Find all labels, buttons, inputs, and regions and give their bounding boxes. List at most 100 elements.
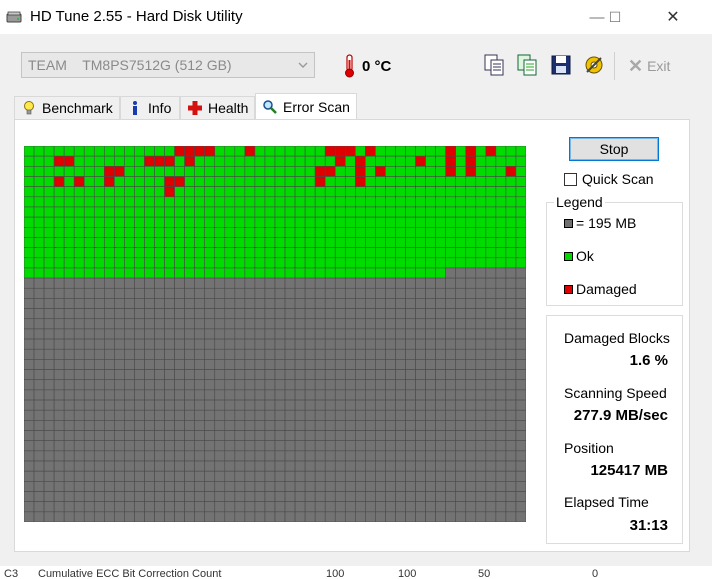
block-pending — [365, 277, 376, 289]
block-pending — [224, 379, 236, 391]
block-ok — [344, 257, 356, 269]
block-pending — [355, 420, 366, 431]
block-ok — [425, 196, 436, 208]
options-icon[interactable] — [581, 52, 607, 78]
block-pending — [284, 389, 296, 401]
block-pending — [435, 298, 446, 309]
block-ok — [375, 247, 386, 259]
block-pending — [264, 277, 276, 289]
block-ok — [355, 196, 366, 208]
block-pending — [264, 298, 276, 309]
block-ok — [83, 247, 95, 259]
block-pending — [375, 379, 386, 391]
block-pending — [405, 348, 416, 360]
block-ok — [324, 257, 336, 269]
block-ok — [515, 146, 526, 157]
block-pending — [274, 287, 286, 299]
block-pending — [124, 409, 135, 421]
block-ok — [455, 227, 467, 238]
block-pending — [355, 369, 366, 381]
copy-info-icon[interactable] — [514, 52, 540, 78]
block-pending — [485, 359, 497, 370]
block-pending — [154, 420, 165, 431]
block-ok — [395, 237, 406, 248]
block-ok — [375, 206, 386, 218]
block-ok — [314, 196, 326, 208]
tab-health[interactable]: Health — [180, 96, 255, 119]
block-pending — [244, 298, 256, 309]
block-pending — [435, 287, 446, 299]
block-pending — [395, 318, 406, 330]
block-pending — [435, 460, 446, 472]
block-pending — [304, 298, 316, 309]
block-pending — [154, 491, 165, 502]
block-ok — [365, 166, 376, 177]
save-icon[interactable] — [548, 52, 574, 78]
block-pending — [234, 511, 246, 522]
block-pending — [304, 348, 316, 360]
block-pending — [495, 308, 507, 320]
drive-select[interactable]: TEAM TM8PS7512G (512 GB) — [21, 52, 315, 78]
block-pending — [465, 511, 477, 522]
block-pending — [314, 348, 326, 360]
block-pending — [104, 460, 115, 472]
block-pending — [385, 348, 396, 360]
block-pending — [294, 399, 306, 411]
maximize-button[interactable]: ☐ — [592, 0, 638, 34]
block-pending — [24, 450, 35, 462]
block-ok — [475, 146, 487, 157]
block-pending — [73, 440, 85, 452]
block-pending — [344, 277, 356, 289]
block-damaged — [375, 166, 386, 177]
block-pending — [274, 420, 286, 431]
legend-swatch-gray — [564, 218, 573, 228]
block-pending — [33, 369, 45, 381]
block-pending — [114, 379, 125, 391]
block-pending — [344, 409, 356, 421]
block-ok — [365, 257, 376, 269]
block-pending — [204, 359, 216, 370]
block-damaged — [53, 176, 65, 187]
tab-info[interactable]: Info — [120, 96, 180, 119]
block-pending — [194, 420, 206, 431]
block-pending — [475, 277, 487, 289]
block-ok — [465, 257, 477, 269]
block-pending — [435, 379, 446, 391]
tab-benchmark[interactable]: Benchmark — [14, 96, 120, 119]
block-damaged — [164, 186, 175, 198]
block-pending — [334, 287, 346, 299]
block-ok — [344, 166, 356, 177]
block-pending — [304, 308, 316, 320]
block-pending — [455, 481, 467, 492]
block-pending — [194, 450, 206, 462]
block-pending — [164, 359, 175, 370]
block-pending — [124, 277, 135, 289]
block-pending — [314, 470, 326, 482]
block-pending — [204, 328, 216, 340]
tab-error-scan[interactable]: Error Scan — [255, 93, 357, 119]
block-pending — [204, 318, 216, 330]
block-pending — [455, 359, 467, 370]
close-button[interactable]: ✕ — [650, 0, 696, 34]
block-pending — [184, 328, 195, 340]
block-pending — [194, 511, 206, 522]
block-pending — [194, 491, 206, 502]
block-pending — [445, 308, 457, 320]
block-ok — [425, 237, 436, 248]
block-pending — [425, 369, 436, 381]
quick-scan-option[interactable]: Quick Scan — [564, 171, 654, 187]
exit-button[interactable]: ✕ Exit — [628, 52, 670, 80]
block-ok — [124, 206, 135, 218]
block-ok — [385, 146, 396, 157]
block-ok — [104, 216, 115, 228]
copy-text-icon[interactable] — [481, 52, 507, 78]
block-ok — [425, 267, 436, 279]
block-damaged — [154, 155, 165, 167]
quick-scan-checkbox[interactable] — [564, 172, 577, 186]
block-ok — [475, 257, 487, 269]
block-pending — [304, 501, 316, 513]
block-pending — [294, 389, 306, 401]
stop-button[interactable]: Stop — [569, 137, 659, 161]
block-pending — [154, 369, 165, 381]
block-ok — [144, 206, 155, 218]
